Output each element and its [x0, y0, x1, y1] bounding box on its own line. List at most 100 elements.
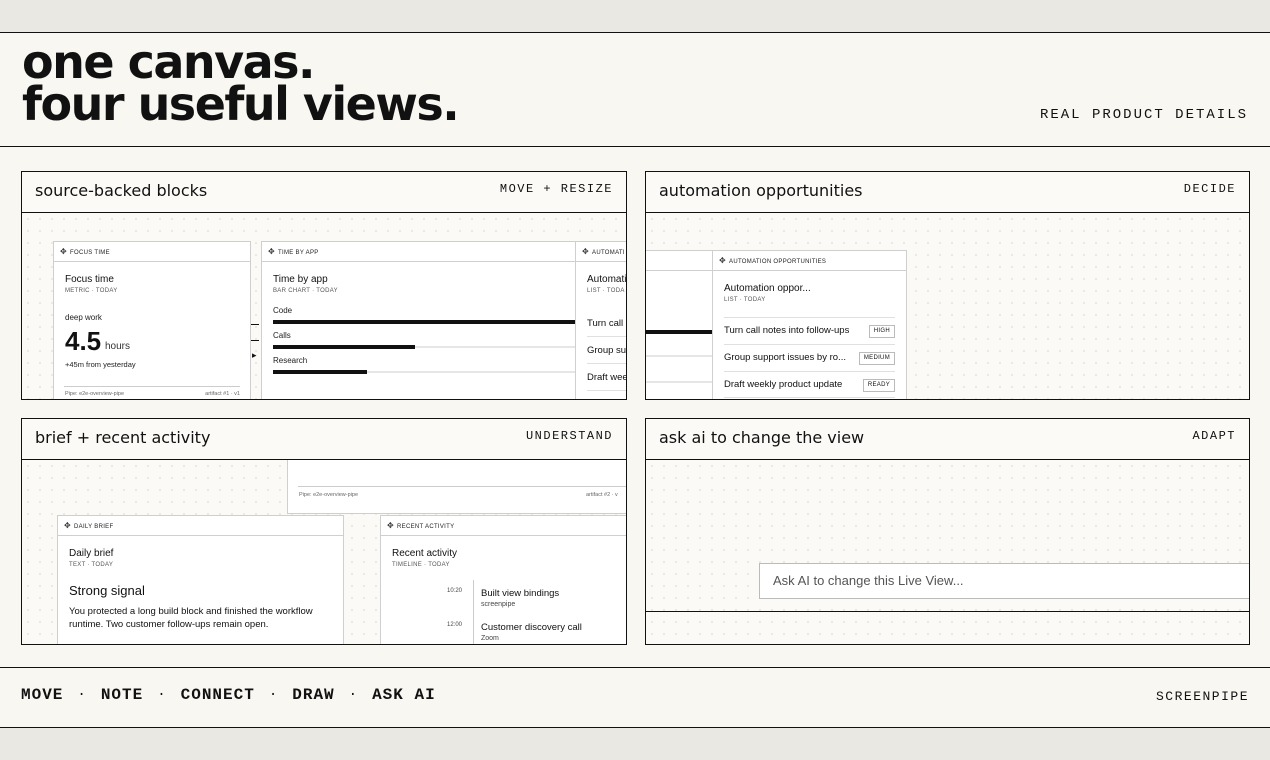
card-automation-opportunities: automation opportunities DECIDE ✥ AUTOMAT…: [645, 171, 1250, 400]
block-title: Focus time: [65, 274, 114, 285]
bar-track: [273, 320, 575, 324]
metric-value: 4.5: [65, 326, 102, 356]
event-title: Built view bindings: [481, 588, 560, 599]
bar-fill: [646, 330, 713, 334]
divider: [646, 611, 1249, 612]
separator: ·: [77, 687, 87, 703]
nav-draw[interactable]: DRAW: [292, 686, 334, 704]
automation-block-clipped[interactable]: ✥ AUTOMATI Automati LIST · TODA Turn call…: [575, 241, 626, 399]
block-subtitle: TIMELINE · TODAY: [392, 562, 450, 568]
bar-research: [273, 370, 367, 374]
event-app: screenpipe: [481, 601, 516, 608]
daily-brief-block[interactable]: ✥ DAILY BRIEF Daily brief TEXT · TODAY St…: [57, 515, 344, 644]
artifact-label: artifact #1 · v1: [205, 391, 240, 397]
list-item: Group su: [587, 345, 626, 356]
block-subtitle: TEXT · TODAY: [69, 562, 114, 568]
card-header: ask ai to change the view ADAPT: [646, 419, 1249, 460]
separator: ·: [157, 687, 167, 703]
bar-label: Code: [273, 306, 293, 315]
bar-label: Calls: [273, 331, 291, 340]
metric-unit: hours: [105, 341, 131, 352]
card-tag: UNDERSTAND: [525, 429, 613, 443]
bar-track: [273, 345, 575, 349]
card-source-backed-blocks: source-backed blocks MOVE + RESIZE ✥ FOCU…: [21, 171, 627, 400]
card-title: ask ai to change the view: [659, 428, 865, 447]
nav-ask-ai[interactable]: ASK AI: [372, 686, 436, 704]
list-item: Draft weekly product update READY: [724, 371, 895, 398]
metric-delta: +45m from yesterday: [65, 360, 136, 369]
block-title: Daily brief: [69, 548, 114, 559]
canvas-preview: Pipe: e2e-overview-pipe artifact #2 · v …: [22, 460, 626, 644]
card-header: source-backed blocks MOVE + RESIZE: [22, 172, 626, 213]
timeline-axis: [473, 580, 474, 644]
focus-time-block[interactable]: ✥ FOCUS TIME Focus time METRIC · TODAY de…: [53, 241, 251, 399]
main-frame: one canvas. four useful views. REAL PROD…: [0, 32, 1270, 728]
hero-tag: REAL PRODUCT DETAILS: [1039, 107, 1248, 123]
move-icon[interactable]: ✥: [64, 521, 71, 530]
time-by-app-block[interactable]: ✥ TIME BY APP Time by app BAR CHART · TOD…: [261, 241, 577, 399]
brand-name: SCREENPIPE: [1155, 689, 1249, 704]
card-header: brief + recent activity UNDERSTAND: [22, 419, 626, 460]
metric-label: deep work: [65, 313, 102, 322]
card-title: source-backed blocks: [35, 181, 208, 200]
card-title: automation opportunities: [659, 181, 863, 200]
bar-track: [273, 370, 575, 374]
hero: one canvas. four useful views. REAL PROD…: [0, 33, 1270, 147]
clipped-block: Pipe: e2e-overview-pipe artifact #2 · v: [287, 460, 626, 514]
connector-line: [251, 324, 259, 325]
list-item: Draft wee: [587, 372, 626, 383]
block-title: Automati: [587, 274, 626, 285]
event-title: Customer discovery call: [481, 622, 582, 633]
bar-code: [273, 320, 575, 324]
move-icon[interactable]: ✥: [60, 247, 67, 256]
nav-connect[interactable]: CONNECT: [181, 686, 255, 704]
divider: [64, 386, 240, 387]
move-icon[interactable]: ✥: [719, 256, 726, 265]
block-subtitle: LIST · TODAY: [724, 297, 766, 303]
pipe-label: Pipe: e2e-overview-pipe: [299, 492, 359, 498]
separator: ·: [348, 687, 359, 703]
card-tag: DECIDE: [1183, 182, 1236, 196]
pipe-label: Pipe: e2e-overview-pipe: [65, 391, 125, 397]
separator: ·: [268, 687, 279, 703]
block-subtitle: LIST · TODA: [587, 288, 625, 294]
hero-heading-line2: four useful views.: [22, 77, 460, 131]
card-tag: MOVE + RESIZE: [499, 182, 613, 196]
connector-line: [251, 340, 259, 341]
block-title: Automation oppor...: [724, 283, 811, 294]
nav-move[interactable]: MOVE: [21, 686, 63, 704]
bar-label: Research: [273, 356, 308, 365]
event-time: 12:00: [447, 622, 463, 628]
ask-ai-input[interactable]: Ask AI to change this Live View...: [759, 563, 1249, 599]
block-title: Time by app: [273, 274, 328, 285]
brief-body: You protected a long build block and fin…: [69, 606, 313, 630]
card-brief-recent-activity: brief + recent activity UNDERSTAND Pipe:…: [21, 418, 627, 645]
block-subtitle: BAR CHART · TODAY: [273, 288, 338, 294]
move-icon[interactable]: ✥: [268, 247, 275, 256]
priority-badge: HIGH: [868, 325, 895, 338]
bar-calls: [273, 345, 415, 349]
clipped-block: [646, 250, 713, 399]
move-icon[interactable]: ✥: [387, 521, 394, 530]
canvas-preview: ✥ AUTOMATION OPPORTUNITIES Automation opp…: [646, 213, 1249, 399]
list-item: Group support issues by ro... MEDIUM: [724, 344, 895, 371]
automation-opportunities-block[interactable]: ✥ AUTOMATION OPPORTUNITIES Automation opp…: [712, 250, 907, 399]
brief-headline: Strong signal: [69, 583, 145, 598]
priority-badge: MEDIUM: [858, 352, 895, 365]
canvas-preview: Ask AI to change this Live View...: [646, 460, 1249, 644]
list-item: Turn call notes into follow-ups HIGH: [724, 317, 895, 344]
block-title: Recent activity: [392, 548, 458, 559]
card-header: automation opportunities DECIDE: [646, 172, 1249, 213]
block-subtitle: METRIC · TODAY: [65, 288, 118, 294]
card-title: brief + recent activity: [35, 428, 211, 447]
list-item: Turn call: [587, 318, 624, 329]
artifact-label: artifact #2 · v: [586, 492, 618, 498]
card-ask-ai: ask ai to change the view ADAPT Ask AI t…: [645, 418, 1250, 645]
card-tag: ADAPT: [1192, 429, 1236, 443]
event-app: Zoom: [481, 635, 499, 642]
feature-nav: MOVE · NOTE · CONNECT · DRAW · ASK AI: [21, 686, 436, 704]
nav-note[interactable]: NOTE: [101, 686, 143, 704]
move-icon[interactable]: ✥: [582, 247, 589, 256]
recent-activity-block[interactable]: ✥ RECENT ACTIVITY Recent activity TIMELIN…: [380, 515, 626, 644]
event-time: 10:20: [447, 588, 463, 594]
